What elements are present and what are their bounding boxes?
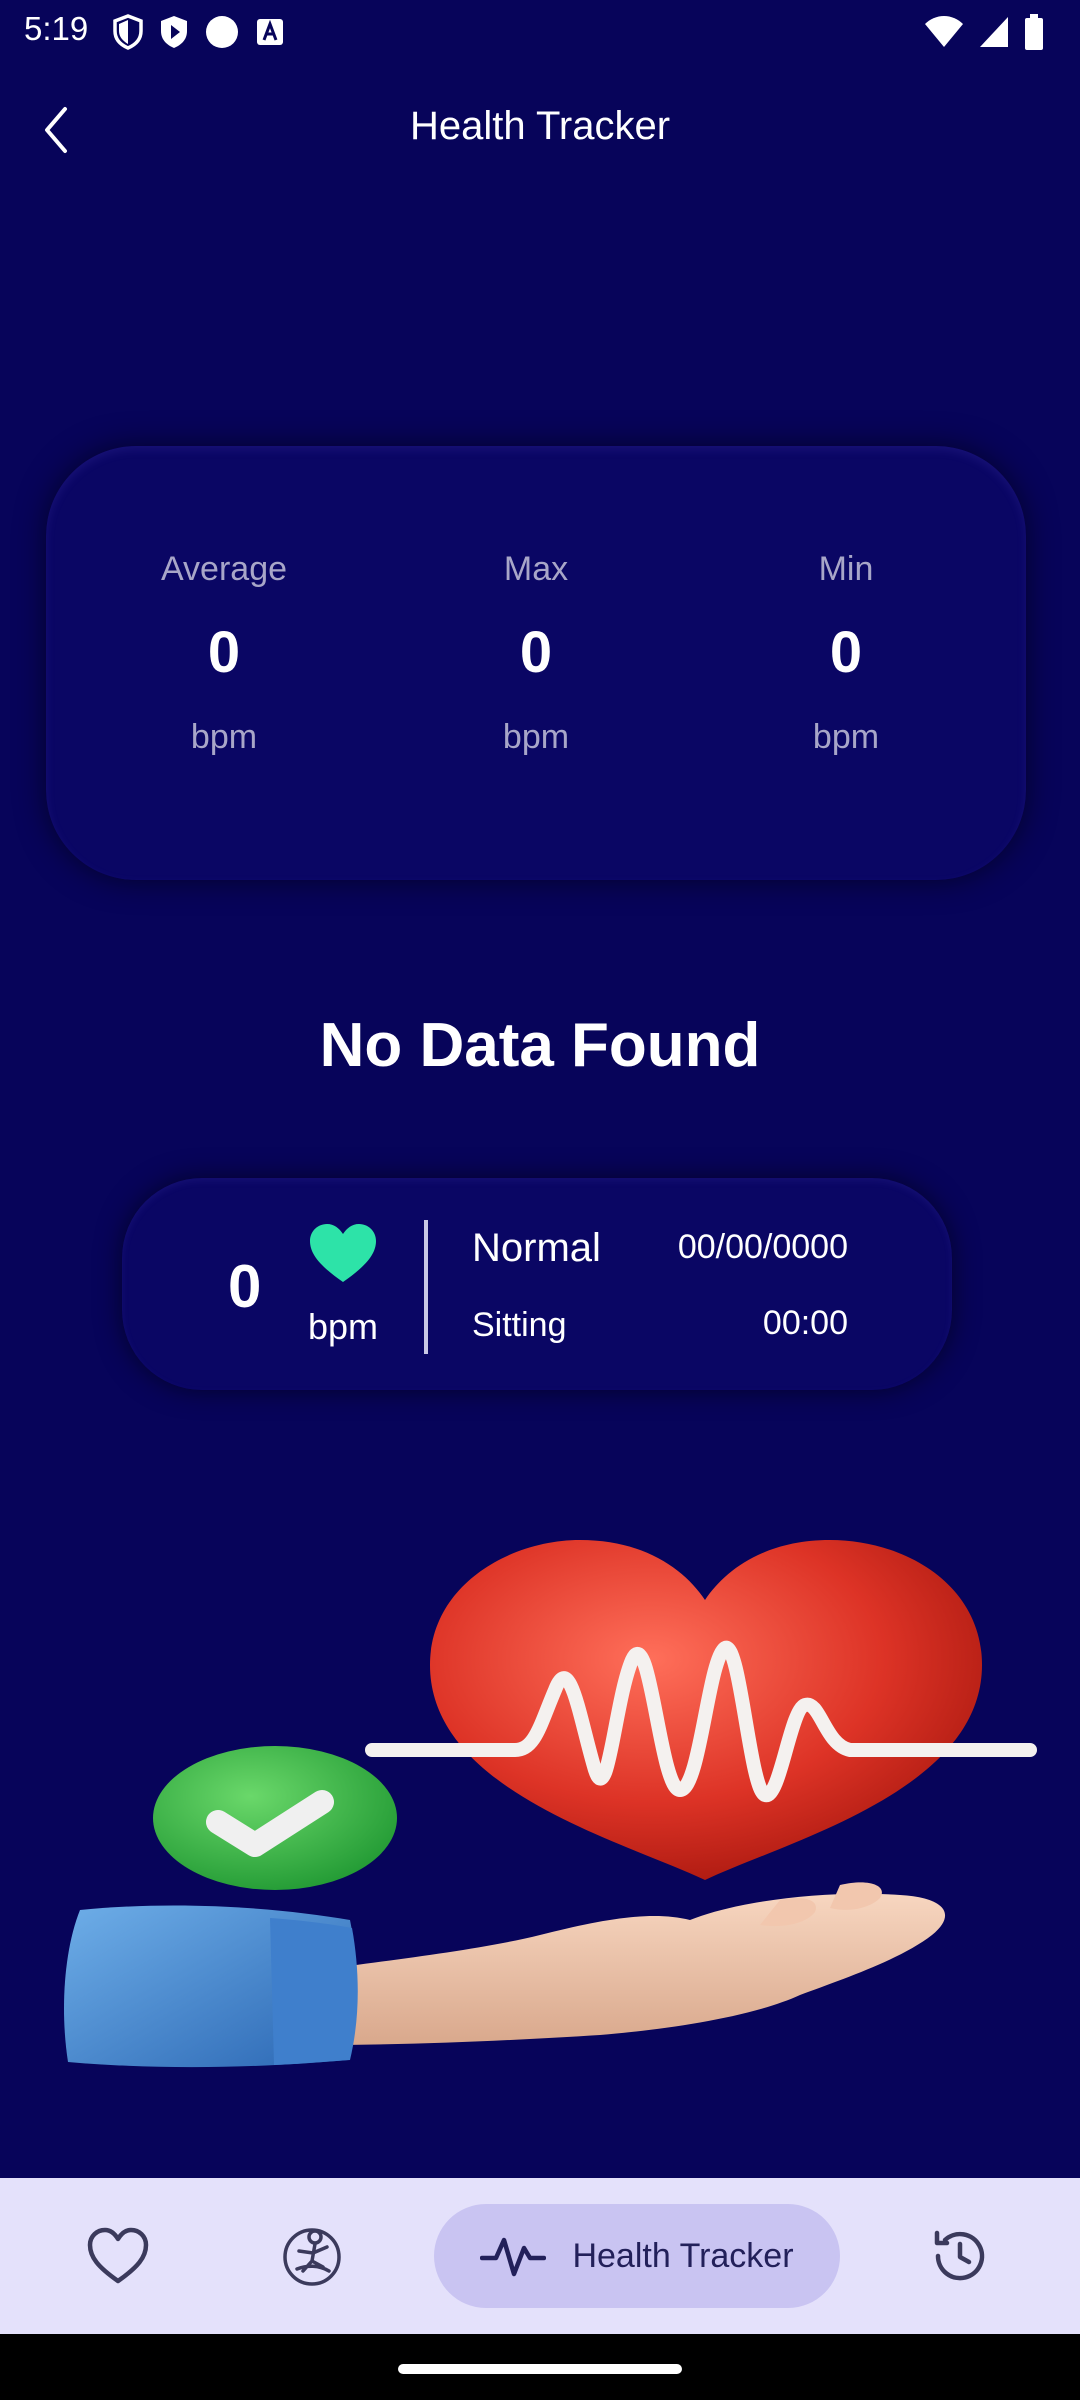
meditation-icon bbox=[283, 2228, 341, 2286]
latest-reading-card[interactable]: 0 bpm Normal Sitting 00/00/0000 00:00 bbox=[122, 1178, 952, 1390]
nav-item-label: Health Tracker bbox=[572, 2236, 794, 2275]
pulse-icon bbox=[480, 2237, 547, 2277]
heart-hand-illustration bbox=[64, 1540, 1037, 2068]
reading-date: 00/00/0000 bbox=[677, 1228, 848, 1266]
shield-icon bbox=[113, 14, 143, 50]
play-protect-icon bbox=[161, 16, 187, 48]
empty-state-message: No Data Found bbox=[319, 1011, 761, 1080]
system-gesture-area bbox=[0, 2334, 1080, 2400]
nav-item-heart[interactable] bbox=[60, 2178, 176, 2334]
heart-outline-icon bbox=[87, 2227, 149, 2284]
stat-max: Max 0 bpm bbox=[426, 550, 646, 757]
page-title: Health Tracker bbox=[409, 104, 671, 148]
signal-icon bbox=[980, 17, 1008, 47]
nav-item-health-tracker[interactable]: Health Tracker bbox=[434, 2204, 840, 2308]
circle-icon bbox=[206, 16, 238, 48]
stat-unit: bpm bbox=[812, 718, 880, 756]
stat-value: 0 bbox=[829, 620, 863, 685]
stat-unit: bpm bbox=[502, 718, 570, 756]
history-icon bbox=[934, 2230, 985, 2281]
status-icons-right bbox=[924, 12, 1044, 52]
reading-value: 0 bbox=[228, 1253, 262, 1320]
heart-rate-summary-card: Average 0 bpm Max 0 bpm Min 0 bpm bbox=[46, 446, 1026, 880]
reading-unit: bpm bbox=[308, 1306, 379, 1347]
app-bar: Health Tracker bbox=[0, 80, 1080, 180]
text-icon bbox=[257, 19, 283, 45]
stat-value: 0 bbox=[207, 620, 241, 685]
stat-label: Min bbox=[818, 550, 874, 588]
heart-icon bbox=[310, 1224, 376, 1282]
divider bbox=[424, 1220, 428, 1354]
stat-value: 0 bbox=[519, 620, 553, 685]
stat-label: Average bbox=[160, 550, 288, 588]
reading-posture: Sitting bbox=[472, 1306, 567, 1344]
nav-item-meditation[interactable] bbox=[254, 2178, 370, 2334]
status-time: 5:19 bbox=[24, 10, 89, 47]
stat-average: Average 0 bpm bbox=[114, 550, 334, 757]
reading-time: 00:00 bbox=[762, 1304, 848, 1342]
home-gesture-handle[interactable] bbox=[398, 2364, 682, 2374]
bottom-navigation: Health Tracker bbox=[0, 2178, 1080, 2334]
status-bar: 5:19 bbox=[0, 0, 1080, 64]
nav-item-history[interactable] bbox=[902, 2178, 1018, 2334]
stat-min: Min 0 bpm bbox=[736, 550, 956, 757]
wifi-icon bbox=[925, 16, 963, 47]
status-icons-left bbox=[112, 12, 286, 52]
stat-label: Max bbox=[503, 550, 569, 588]
reading-status: Normal bbox=[472, 1226, 601, 1270]
stat-unit: bpm bbox=[190, 718, 258, 756]
battery-icon bbox=[1025, 14, 1043, 50]
